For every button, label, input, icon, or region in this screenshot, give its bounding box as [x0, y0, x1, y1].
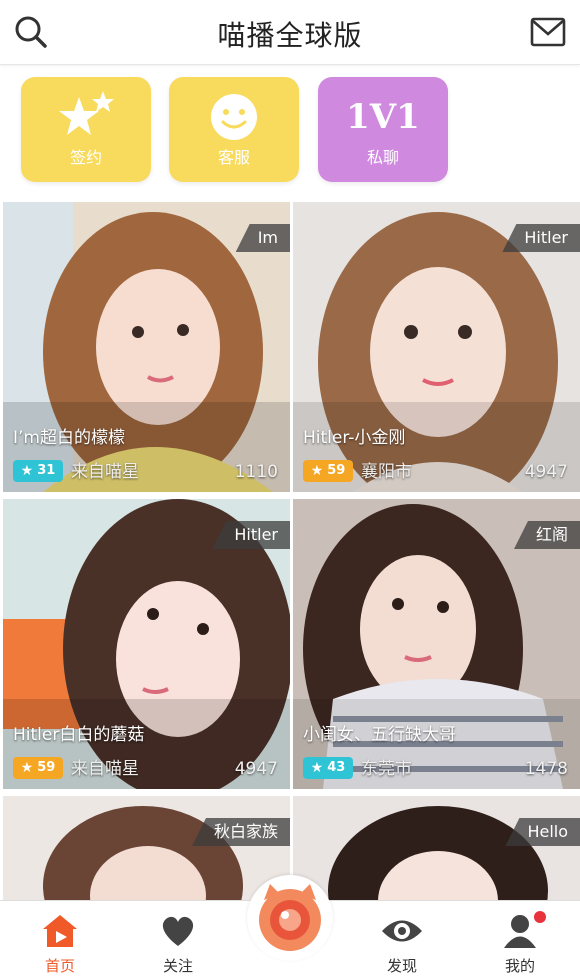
star-icon: ★ — [20, 760, 34, 776]
mail-icon[interactable] — [530, 17, 566, 47]
streamer-name: Hitler白白的蘑菇 — [13, 725, 145, 745]
viewer-count: 1478 — [524, 759, 568, 779]
tab-home-label: 首页 — [44, 957, 75, 975]
live-card[interactable]: Hitler Hitler-小金刚 ★ 59 襄阳市 4947 — [293, 202, 580, 492]
top-bar: 喵播全球版 — [0, 0, 580, 65]
streamer-name: 小闺女、五行缺大哥 — [303, 725, 456, 745]
star-icon: ★ — [310, 760, 324, 776]
tab-follow[interactable]: 关注 — [138, 911, 218, 976]
streamer-name: Hitler-小金刚 — [303, 428, 406, 448]
level-value: 31 — [37, 463, 56, 478]
streamer-tag: 秋白家族 — [191, 818, 290, 846]
customer-service-label: 客服 — [217, 148, 250, 167]
notification-dot — [534, 911, 546, 923]
level-badge: ★ 43 — [303, 757, 353, 779]
bottom-tab-bar: 首页 关注 发现 我的 — [0, 875, 580, 979]
app-title: 喵播全球版 — [217, 19, 363, 52]
viewer-count: 1110 — [234, 462, 278, 482]
start-live-button[interactable] — [247, 875, 333, 961]
live-card[interactable]: Hello — [293, 796, 580, 906]
viewer-count: 4947 — [234, 759, 278, 779]
level-value: 59 — [37, 760, 56, 775]
tab-follow-label: 关注 — [162, 957, 193, 975]
live-card[interactable]: 秋白家族 — [3, 796, 290, 906]
private-chat-label: 私聊 — [366, 148, 399, 167]
live-card[interactable]: Im I’m超白的檬檬 ★ 31 来自喵星 1110 — [3, 202, 290, 492]
streamer-name: I’m超白的檬檬 — [13, 428, 125, 448]
live-card[interactable]: Hitler Hitler白白的蘑菇 ★ 59 来自喵星 4947 — [3, 499, 290, 789]
tab-home[interactable]: 首页 — [20, 911, 100, 976]
level-badge: ★ 31 — [13, 460, 63, 482]
location-text: 来自喵星 — [71, 462, 139, 482]
tab-discover[interactable]: 发现 — [362, 911, 442, 976]
tab-discover-label: 发现 — [386, 957, 417, 975]
private-chat-button[interactable]: 1V1 私聊 — [318, 77, 448, 182]
smiley-icon — [211, 94, 257, 140]
level-badge: ★ 59 — [13, 757, 63, 779]
tab-mine[interactable]: 我的 — [480, 911, 560, 976]
location-text: 东莞市 — [361, 759, 412, 779]
live-card[interactable]: 红阁 小闺女、五行缺大哥 ★ 43 东莞市 1478 — [293, 499, 580, 789]
sign-contract-label: 签约 — [69, 148, 102, 167]
eye-icon — [382, 920, 422, 942]
heart-icon — [162, 916, 194, 946]
home-icon — [43, 915, 77, 947]
location-text: 来自喵星 — [71, 759, 139, 779]
level-value: 59 — [327, 463, 346, 478]
profile-icon — [504, 915, 536, 948]
level-value: 43 — [327, 760, 346, 775]
one-v-one-icon: 1V1 — [346, 97, 420, 137]
tab-mine-label: 我的 — [504, 957, 535, 975]
location-text: 襄阳市 — [361, 462, 412, 482]
star-icon: ★ — [310, 463, 324, 479]
streamer-photo — [3, 796, 290, 906]
star-icon: ★ — [20, 463, 34, 479]
level-badge: ★ 59 — [303, 460, 353, 482]
cat-camera-icon — [259, 884, 321, 951]
streamer-photo — [293, 796, 580, 906]
viewer-count: 4947 — [524, 462, 568, 482]
stars-icon — [59, 91, 114, 135]
sign-contract-button[interactable]: 签约 — [21, 77, 151, 182]
customer-service-button[interactable]: 客服 — [169, 77, 299, 182]
